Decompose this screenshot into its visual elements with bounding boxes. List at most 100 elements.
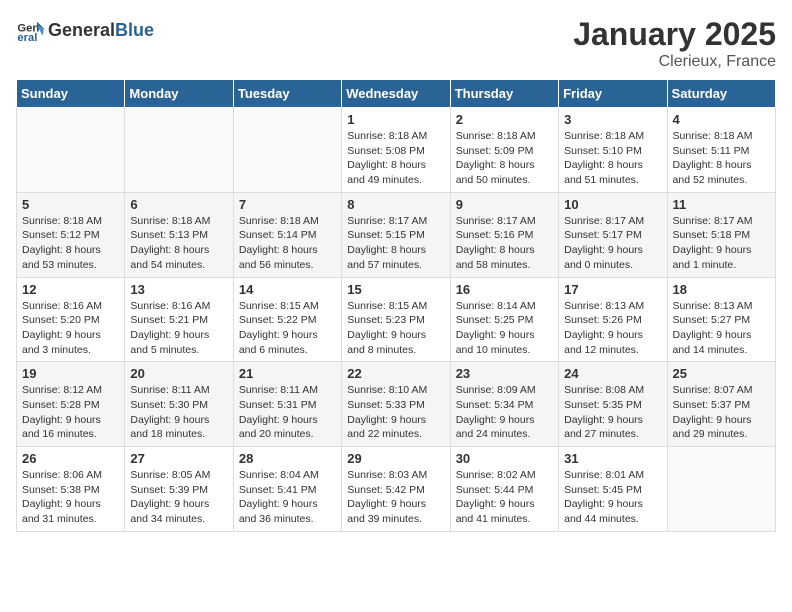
day-number: 14: [239, 282, 336, 297]
calendar-cell: 23 Sunrise: 8:09 AMSunset: 5:34 PMDayligh…: [450, 362, 558, 447]
calendar-cell: 11 Sunrise: 8:17 AMSunset: 5:18 PMDayligh…: [667, 192, 775, 277]
svg-text:eral: eral: [17, 32, 37, 44]
day-number: 21: [239, 366, 336, 381]
calendar-cell: 16 Sunrise: 8:14 AMSunset: 5:25 PMDayligh…: [450, 277, 558, 362]
day-number: 31: [564, 451, 661, 466]
week-row-5: 26 Sunrise: 8:06 AMSunset: 5:38 PMDayligh…: [17, 447, 776, 532]
calendar-cell: 7 Sunrise: 8:18 AMSunset: 5:14 PMDaylight…: [233, 192, 341, 277]
calendar-cell: 6 Sunrise: 8:18 AMSunset: 5:13 PMDaylight…: [125, 192, 233, 277]
cell-content: Sunrise: 8:12 AMSunset: 5:28 PMDaylight:…: [22, 383, 119, 442]
day-number: 6: [130, 197, 227, 212]
cell-content: Sunrise: 8:04 AMSunset: 5:41 PMDaylight:…: [239, 468, 336, 527]
day-number: 25: [673, 366, 770, 381]
calendar-cell: 10Sunrise: 8:17 AMSunset: 5:17 PMDayligh…: [559, 192, 667, 277]
cell-content: Sunrise: 8:17 AMSunset: 5:15 PMDaylight:…: [347, 214, 444, 273]
weekday-header-monday: Monday: [125, 80, 233, 108]
calendar-cell: 24Sunrise: 8:08 AMSunset: 5:35 PMDayligh…: [559, 362, 667, 447]
cell-content: Sunrise: 8:03 AMSunset: 5:42 PMDaylight:…: [347, 468, 444, 527]
weekday-header-row: SundayMondayTuesdayWednesdayThursdayFrid…: [17, 80, 776, 108]
day-number: 15: [347, 282, 444, 297]
day-number: 29: [347, 451, 444, 466]
day-number: 13: [130, 282, 227, 297]
cell-content: Sunrise: 8:18 AMSunset: 5:13 PMDaylight:…: [130, 214, 227, 273]
calendar-cell: 22 Sunrise: 8:10 AMSunset: 5:33 PMDayligh…: [342, 362, 450, 447]
logo-text: GeneralBlue: [48, 21, 154, 39]
calendar-cell: 13 Sunrise: 8:16 AMSunset: 5:21 PMDayligh…: [125, 277, 233, 362]
calendar-cell: [17, 108, 125, 193]
weekday-header-wednesday: Wednesday: [342, 80, 450, 108]
calendar-table: SundayMondayTuesdayWednesdayThursdayFrid…: [16, 79, 776, 532]
cell-content: Sunrise: 8:10 AMSunset: 5:33 PMDaylight:…: [347, 383, 444, 442]
calendar-cell: 1 Sunrise: 8:18 AMSunset: 5:08 PMDaylight…: [342, 108, 450, 193]
calendar-cell: 3Sunrise: 8:18 AMSunset: 5:10 PMDaylight…: [559, 108, 667, 193]
calendar-cell: 27 Sunrise: 8:05 AMSunset: 5:39 PMDayligh…: [125, 447, 233, 532]
calendar-cell: 29 Sunrise: 8:03 AMSunset: 5:42 PMDayligh…: [342, 447, 450, 532]
calendar-cell: 31 Sunrise: 8:01 AMSunset: 5:45 PMDayligh…: [559, 447, 667, 532]
weekday-header-tuesday: Tuesday: [233, 80, 341, 108]
logo: Gen eral GeneralBlue: [16, 16, 154, 44]
cell-content: Sunrise: 8:13 AMSunset: 5:26 PMDaylight:…: [564, 299, 661, 358]
day-number: 17: [564, 282, 661, 297]
day-number: 26: [22, 451, 119, 466]
cell-content: Sunrise: 8:18 AMSunset: 5:12 PMDaylight:…: [22, 214, 119, 273]
calendar-cell: [125, 108, 233, 193]
week-row-2: 5 Sunrise: 8:18 AMSunset: 5:12 PMDaylight…: [17, 192, 776, 277]
calendar-cell: 20 Sunrise: 8:11 AMSunset: 5:30 PMDayligh…: [125, 362, 233, 447]
cell-content: Sunrise: 8:05 AMSunset: 5:39 PMDaylight:…: [130, 468, 227, 527]
cell-content: Sunrise: 8:06 AMSunset: 5:38 PMDaylight:…: [22, 468, 119, 527]
week-row-4: 19 Sunrise: 8:12 AMSunset: 5:28 PMDayligh…: [17, 362, 776, 447]
logo-general: General: [48, 21, 115, 39]
weekday-header-friday: Friday: [559, 80, 667, 108]
calendar-cell: 26 Sunrise: 8:06 AMSunset: 5:38 PMDayligh…: [17, 447, 125, 532]
calendar-cell: [667, 447, 775, 532]
day-number: 1: [347, 112, 444, 127]
day-number: 27: [130, 451, 227, 466]
cell-content: Sunrise: 8:13 AMSunset: 5:27 PMDaylight:…: [673, 299, 770, 358]
calendar-cell: 9 Sunrise: 8:17 AMSunset: 5:16 PMDaylight…: [450, 192, 558, 277]
day-number: 10: [564, 197, 661, 212]
day-number: 28: [239, 451, 336, 466]
cell-content: Sunrise: 8:17 AMSunset: 5:16 PMDaylight:…: [456, 214, 553, 273]
day-number: 20: [130, 366, 227, 381]
day-number: 24: [564, 366, 661, 381]
day-number: 30: [456, 451, 553, 466]
day-number: 3: [564, 112, 661, 127]
cell-content: Sunrise: 8:18 AMSunset: 5:09 PMDaylight:…: [456, 129, 553, 188]
calendar-cell: 14Sunrise: 8:15 AMSunset: 5:22 PMDayligh…: [233, 277, 341, 362]
cell-content: Sunrise: 8:14 AMSunset: 5:25 PMDaylight:…: [456, 299, 553, 358]
week-row-1: 1 Sunrise: 8:18 AMSunset: 5:08 PMDaylight…: [17, 108, 776, 193]
calendar-cell: 25 Sunrise: 8:07 AMSunset: 5:37 PMDayligh…: [667, 362, 775, 447]
cell-content: Sunrise: 8:17 AMSunset: 5:18 PMDaylight:…: [673, 214, 770, 273]
cell-content: Sunrise: 8:01 AMSunset: 5:45 PMDaylight:…: [564, 468, 661, 527]
calendar-cell: 21Sunrise: 8:11 AMSunset: 5:31 PMDayligh…: [233, 362, 341, 447]
day-number: 23: [456, 366, 553, 381]
day-number: 11: [673, 197, 770, 212]
calendar-cell: 19 Sunrise: 8:12 AMSunset: 5:28 PMDayligh…: [17, 362, 125, 447]
title-area: January 2025 Clerieux, France: [573, 16, 776, 71]
cell-content: Sunrise: 8:18 AMSunset: 5:11 PMDaylight:…: [673, 129, 770, 188]
day-number: 2: [456, 112, 553, 127]
calendar-cell: 18 Sunrise: 8:13 AMSunset: 5:27 PMDayligh…: [667, 277, 775, 362]
day-number: 22: [347, 366, 444, 381]
header: Gen eral GeneralBlue January 2025 Clerie…: [16, 16, 776, 71]
cell-content: Sunrise: 8:11 AMSunset: 5:30 PMDaylight:…: [130, 383, 227, 442]
calendar-cell: 2 Sunrise: 8:18 AMSunset: 5:09 PMDaylight…: [450, 108, 558, 193]
cell-content: Sunrise: 8:16 AMSunset: 5:21 PMDaylight:…: [130, 299, 227, 358]
calendar-cell: 15Sunrise: 8:15 AMSunset: 5:23 PMDayligh…: [342, 277, 450, 362]
weekday-header-saturday: Saturday: [667, 80, 775, 108]
cell-content: Sunrise: 8:09 AMSunset: 5:34 PMDaylight:…: [456, 383, 553, 442]
cell-content: Sunrise: 8:02 AMSunset: 5:44 PMDaylight:…: [456, 468, 553, 527]
day-number: 7: [239, 197, 336, 212]
cell-content: Sunrise: 8:18 AMSunset: 5:08 PMDaylight:…: [347, 129, 444, 188]
cell-content: Sunrise: 8:07 AMSunset: 5:37 PMDaylight:…: [673, 383, 770, 442]
calendar-cell: [233, 108, 341, 193]
day-number: 5: [22, 197, 119, 212]
day-number: 18: [673, 282, 770, 297]
week-row-3: 12Sunrise: 8:16 AMSunset: 5:20 PMDayligh…: [17, 277, 776, 362]
day-number: 19: [22, 366, 119, 381]
day-number: 4: [673, 112, 770, 127]
day-number: 9: [456, 197, 553, 212]
cell-content: Sunrise: 8:16 AMSunset: 5:20 PMDaylight:…: [22, 299, 119, 358]
day-number: 16: [456, 282, 553, 297]
cell-content: Sunrise: 8:18 AMSunset: 5:14 PMDaylight:…: [239, 214, 336, 273]
